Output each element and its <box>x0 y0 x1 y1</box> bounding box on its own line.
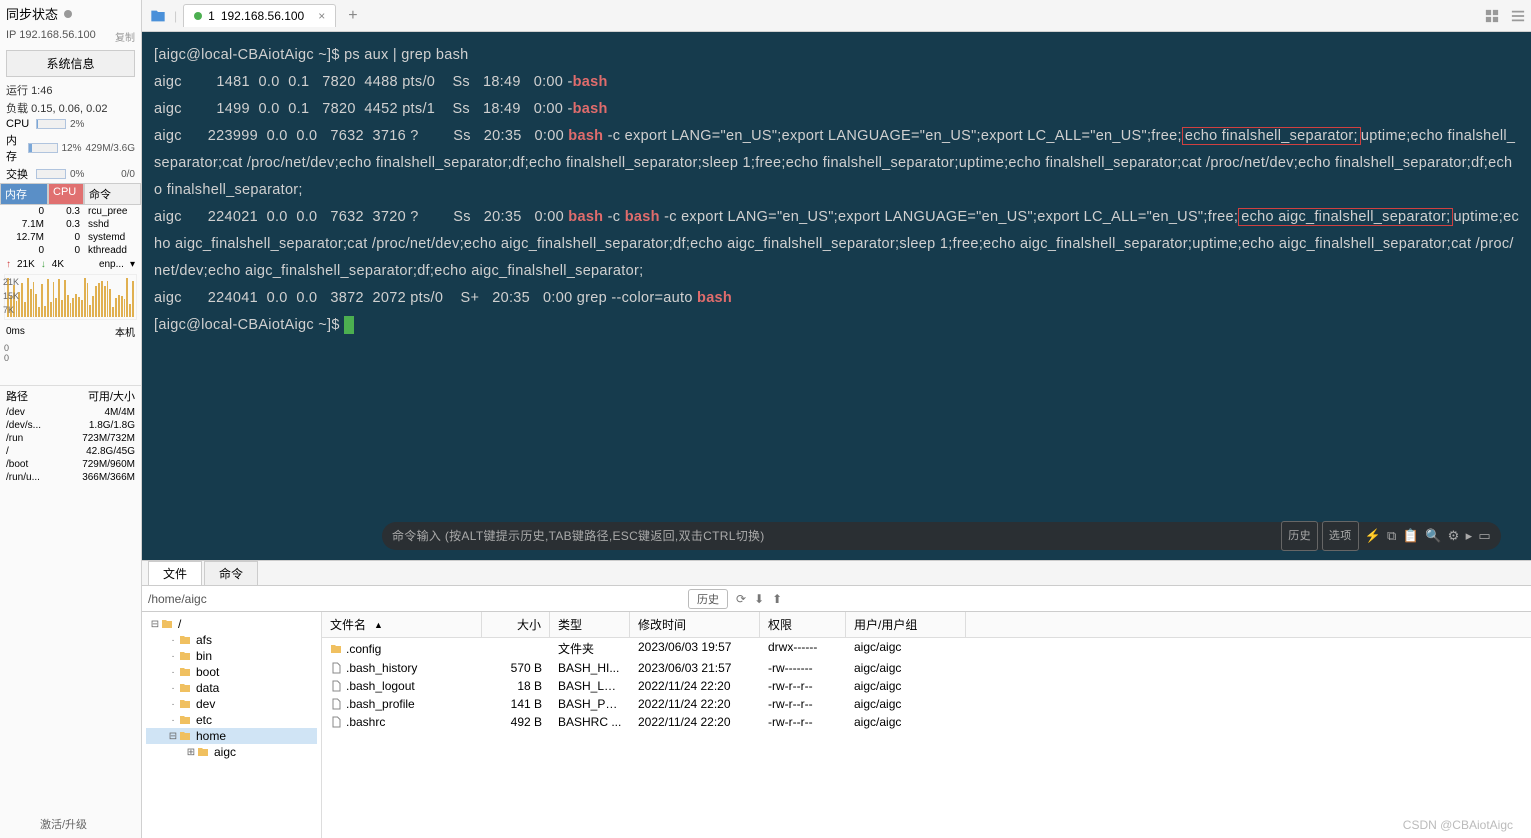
metric-row: 内存12%429M/3.6G <box>0 131 141 165</box>
gear-icon[interactable]: ⚙ <box>1448 523 1460 549</box>
paste-icon[interactable]: 📋 <box>1403 523 1420 549</box>
ip-row: IP 192.168.56.100 复制 <box>0 27 141 46</box>
tree-item[interactable]: ⊟home <box>146 728 317 744</box>
ip-value: 192.168.56.100 <box>19 29 95 41</box>
bolt-icon[interactable]: ⚡ <box>1365 523 1382 549</box>
terminal-output: [aigc@local-CBAiotAigc ~]$ ps aux | grep… <box>154 42 1519 339</box>
search-icon[interactable]: 🔍 <box>1425 523 1442 549</box>
main-area: | 1 192.168.56.100 × + [aigc@local-CBAio… <box>142 0 1531 838</box>
highlight-box-2: echo aigc_finalshell_separator; <box>1238 208 1453 226</box>
file-row[interactable]: .bash_history570 BBASH_HI...2023/06/03 2… <box>322 659 1531 677</box>
file-list-header: 文件名▲ 大小 类型 修改时间 权限 用户/用户组 <box>322 612 1531 638</box>
command-placeholder: 命令输入 (按ALT键提示历史,TAB键路径,ESC键返回,双击CTRL切换) <box>392 523 1277 549</box>
close-icon[interactable]: × <box>318 9 325 23</box>
tree-item[interactable]: ·data <box>146 680 317 696</box>
file-row[interactable]: .config文件夹2023/06/03 19:57drwx------aigc… <box>322 638 1531 659</box>
tree-item[interactable]: ⊟/ <box>146 616 317 632</box>
load-avg: 负载 0.15, 0.06, 0.02 <box>0 99 141 117</box>
tree-item[interactable]: ·boot <box>146 664 317 680</box>
sync-label: 同步状态 <box>6 4 58 23</box>
tree-item[interactable]: ⊞aigc <box>146 744 317 760</box>
fullscreen-icon[interactable]: ▭ <box>1478 523 1491 549</box>
process-row[interactable]: 00kthreadd <box>0 244 141 257</box>
disk-row[interactable]: /boot729M/960M <box>0 458 141 471</box>
metric-row: 交换0%0/0 <box>0 165 141 183</box>
activate-button[interactable]: 激活/升级 <box>40 816 87 832</box>
disk-header: 路径 可用/大小 <box>0 385 141 406</box>
grid-view-icon[interactable] <box>1485 9 1499 23</box>
expand-icon[interactable]: ▸ <box>1466 523 1473 549</box>
disk-row[interactable]: /run723M/732M <box>0 432 141 445</box>
network-row: ↑21K ↓4K enp...▾ <box>0 257 141 272</box>
current-path[interactable]: /home/aigc <box>148 592 688 606</box>
highlight-box-1: echo finalshell_separator; <box>1182 127 1361 145</box>
file-row[interactable]: .bash_logout18 BBASH_LO...2022/11/24 22:… <box>322 677 1531 695</box>
tab-files[interactable]: 文件 <box>148 561 202 585</box>
file-area: ⊟/·afs·bin·boot·data·dev·etc⊟home⊞aigc 文… <box>142 612 1531 838</box>
list-view-icon[interactable] <box>1511 9 1525 23</box>
download-icon[interactable]: ⬇ <box>754 592 764 606</box>
disk-row[interactable]: /42.8G/45G <box>0 445 141 458</box>
tree-item[interactable]: ·afs <box>146 632 317 648</box>
command-input-bar[interactable]: 命令输入 (按ALT键提示历史,TAB键路径,ESC键返回,双击CTRL切换) … <box>382 522 1501 550</box>
process-row[interactable]: 00.3rcu_pree <box>0 205 141 218</box>
copy-button[interactable]: 复制 <box>115 29 135 44</box>
tab-label: 192.168.56.100 <box>221 9 304 23</box>
file-row[interactable]: .bash_profile141 BBASH_PR...2022/11/24 2… <box>322 695 1531 713</box>
file-list[interactable]: 文件名▲ 大小 类型 修改时间 权限 用户/用户组 .config文件夹2023… <box>322 612 1531 838</box>
process-row[interactable]: 12.7M0systemd <box>0 231 141 244</box>
folder-tree[interactable]: ⊟/·afs·bin·boot·data·dev·etc⊟home⊞aigc <box>142 612 322 838</box>
add-tab-button[interactable]: + <box>342 7 363 25</box>
disk-row[interactable]: /dev/s...1.8G/1.8G <box>0 419 141 432</box>
process-header: 内存 CPU 命令 <box>0 183 141 205</box>
tree-item[interactable]: ·dev <box>146 696 317 712</box>
network-chart: 21K15K7K <box>4 274 137 320</box>
path-bar: /home/aigc 历史 ⟳ ⬇ ⬆ <box>142 586 1531 612</box>
sync-status: 同步状态 <box>0 0 141 27</box>
status-dot-icon <box>194 12 202 20</box>
status-dot-icon <box>64 10 72 18</box>
file-row[interactable]: .bashrc492 BBASHRC ...2022/11/24 22:20-r… <box>322 713 1531 731</box>
history-button[interactable]: 历史 <box>1281 521 1318 551</box>
latency-chart: 00 <box>4 343 137 383</box>
process-row[interactable]: 7.1M0.3sshd <box>0 218 141 231</box>
watermark: CSDN @CBAiotAigc <box>1403 818 1513 832</box>
path-history-button[interactable]: 历史 <box>688 589 728 609</box>
folder-icon[interactable] <box>148 8 168 24</box>
tree-item[interactable]: ·bin <box>146 648 317 664</box>
disk-row[interactable]: /run/u...366M/366M <box>0 471 141 484</box>
sort-asc-icon: ▲ <box>374 620 383 630</box>
copy-icon[interactable]: ⧉ <box>1387 523 1397 549</box>
terminal[interactable]: [aigc@local-CBAiotAigc ~]$ ps aux | grep… <box>142 32 1531 560</box>
cursor-icon <box>344 316 354 334</box>
sidebar: 同步状态 IP 192.168.56.100 复制 系统信息 运行 1:46 负… <box>0 0 142 838</box>
tab-commands[interactable]: 命令 <box>204 561 258 585</box>
runtime: 运行 1:46 <box>0 81 141 99</box>
disk-row[interactable]: /dev4M/4M <box>0 406 141 419</box>
download-icon: ↓ <box>41 259 46 270</box>
tree-item[interactable]: ·etc <box>146 712 317 728</box>
options-button[interactable]: 选项 <box>1322 521 1359 551</box>
metric-row: CPU2% <box>0 117 141 131</box>
chevron-down-icon[interactable]: ▾ <box>130 259 135 270</box>
refresh-icon[interactable]: ⟳ <box>736 592 746 606</box>
tabbar: | 1 192.168.56.100 × + <box>142 0 1531 32</box>
tab-host[interactable]: 1 192.168.56.100 × <box>183 4 336 27</box>
system-info-button[interactable]: 系统信息 <box>6 50 135 77</box>
upload-icon: ↑ <box>6 259 11 270</box>
upload-icon[interactable]: ⬆ <box>772 592 782 606</box>
file-tabs: 文件 命令 <box>142 560 1531 586</box>
